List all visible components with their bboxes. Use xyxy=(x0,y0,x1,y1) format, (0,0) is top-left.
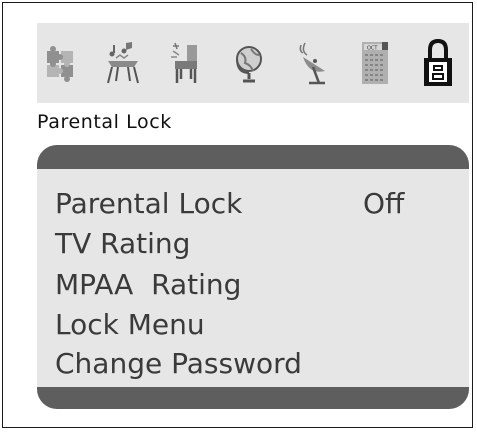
menu-item-change-password[interactable]: Change Password xyxy=(55,347,302,381)
menu-icon-bar: OCT xyxy=(37,23,469,103)
menu-item-lock-menu[interactable]: Lock Menu xyxy=(55,308,205,342)
menu-item-mpaa-rating[interactable]: MPAA Rating xyxy=(55,268,241,302)
puzzle-icon[interactable] xyxy=(37,23,83,103)
calendar-label: OCT xyxy=(367,46,378,52)
padlock-icon[interactable] xyxy=(415,23,461,103)
menu-item-tv-rating[interactable]: TV Rating xyxy=(55,227,190,261)
parental-lock-value[interactable]: Off xyxy=(363,187,404,221)
chair-icon[interactable] xyxy=(163,23,209,103)
panel-header-bar xyxy=(37,145,469,169)
panel-footer-bar xyxy=(37,387,469,409)
page-title: Parental Lock xyxy=(37,111,172,133)
satellite-dish-icon[interactable] xyxy=(289,23,335,103)
calendar-icon[interactable]: OCT xyxy=(352,23,398,103)
settings-panel: Parental Lock Off TV Rating MPAA Rating … xyxy=(37,145,469,409)
globe-icon[interactable] xyxy=(226,23,272,103)
menu-item-parental-lock[interactable]: Parental Lock xyxy=(55,187,242,221)
music-table-icon[interactable] xyxy=(100,23,146,103)
screen-frame: OCT Parental Lock Parental Lock Off TV R… xyxy=(2,2,473,428)
